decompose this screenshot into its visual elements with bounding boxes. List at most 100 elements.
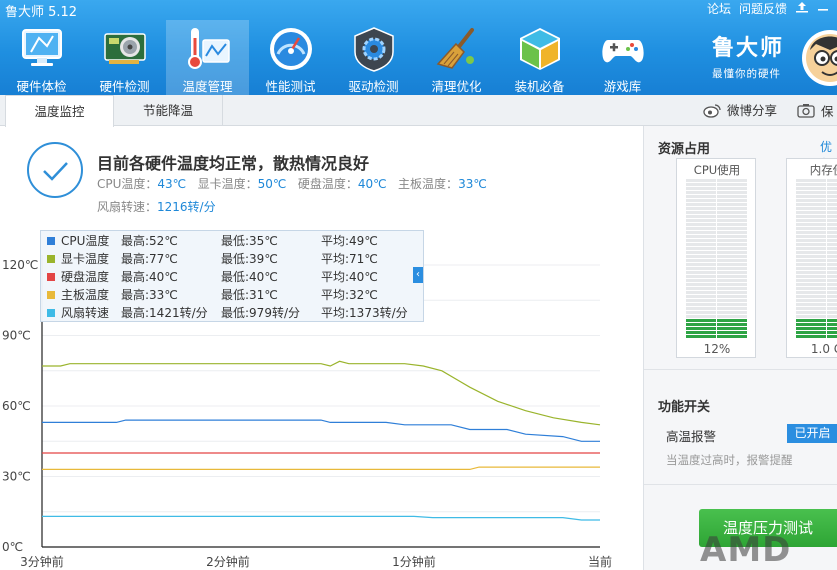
meter-cell <box>796 315 826 318</box>
meter-cell <box>686 247 716 250</box>
meter-cell <box>796 299 826 302</box>
meter-cell <box>796 199 826 202</box>
series-line <box>42 466 600 470</box>
fan-speed-value: 1216转/分 <box>157 200 216 214</box>
meter-cell <box>827 307 837 310</box>
nav-hardware-detect[interactable]: 硬件检测 <box>83 20 166 95</box>
legend-max: 最高:1421转/分 <box>121 306 208 320</box>
y-tick-label: 120℃ <box>2 258 38 272</box>
meter-cell <box>717 199 747 202</box>
cpu-usage-bars <box>686 179 747 338</box>
meter-cell <box>717 239 747 242</box>
monitor-icon <box>21 29 62 66</box>
meter-cell <box>827 227 837 230</box>
legend-swatch <box>47 309 55 317</box>
x-tick-label: 3分钟前 <box>20 554 64 569</box>
save-button[interactable]: 保 <box>797 95 834 126</box>
meter-cell <box>686 335 716 338</box>
meter-cell <box>796 307 826 310</box>
meter-cell <box>796 187 826 190</box>
meter-cell <box>717 299 747 302</box>
meter-cell <box>686 315 716 318</box>
meter-cell <box>796 239 826 242</box>
meter-cell <box>686 179 716 182</box>
minimize-icon[interactable] <box>817 1 829 16</box>
x-tick-label: 1分钟前 <box>392 554 436 569</box>
meter-cell <box>717 227 747 230</box>
high-temp-alarm-toggle[interactable]: 已开启 <box>787 424 837 443</box>
meter-cell <box>827 259 837 262</box>
meter-cell <box>796 231 826 234</box>
meter-cell <box>827 255 837 258</box>
y-tick-label: 30℃ <box>2 470 31 484</box>
meter-cell <box>686 255 716 258</box>
nav-hardware-check[interactable]: 硬件体检 <box>0 20 83 95</box>
meter-cell <box>827 267 837 270</box>
meter-cell <box>827 235 837 238</box>
nav-game-library[interactable]: 游戏库 <box>581 20 664 95</box>
meter-cell <box>796 323 826 326</box>
nav-clean-optimize[interactable]: 清理优化 <box>415 20 498 95</box>
legend-avg: 平均:40℃ <box>321 270 378 284</box>
meter-cell <box>717 327 747 330</box>
meter-cell <box>686 275 716 278</box>
amd-logo: AMD <box>700 530 792 570</box>
meter-cell <box>827 319 837 322</box>
meter-cell <box>796 207 826 210</box>
x-tick-label: 2分钟前 <box>206 554 250 569</box>
legend-name: 主板温度 <box>61 288 110 302</box>
meter-cell <box>717 315 747 318</box>
meter-cell <box>686 263 716 266</box>
meter-cell <box>717 331 747 334</box>
meter-cell <box>717 275 747 278</box>
tab-bar: 温度监控 节能降温 微博分享 保 <box>0 95 837 127</box>
graphics-card-icon <box>103 33 146 64</box>
meter-cell <box>717 263 747 266</box>
meter-cell <box>717 323 747 326</box>
meter-cell <box>796 311 826 314</box>
feedback-link[interactable]: 问题反馈 <box>739 0 787 17</box>
resource-title: 资源占用 <box>658 142 711 157</box>
package-icon <box>519 28 560 70</box>
meter-cell <box>827 323 837 326</box>
brand: 鲁大师 最懂你的硬件 <box>712 30 784 81</box>
meter-cell <box>717 259 747 262</box>
meter-cell <box>686 307 716 310</box>
memory-usage-value: 1.0 G <box>810 342 837 356</box>
gpu-temp-value: 50℃ <box>257 177 287 191</box>
camera-icon <box>797 104 815 118</box>
tab-temperature-monitor[interactable]: 温度监控 <box>5 95 114 127</box>
meter-cell <box>796 319 826 322</box>
nav-install-essentials[interactable]: 装机必备 <box>498 20 581 95</box>
memory-usage-bars <box>796 179 837 338</box>
nav-performance-test[interactable]: 性能测试 <box>249 20 332 95</box>
meter-cell <box>686 271 716 274</box>
brand-name: 鲁大师 <box>712 36 785 61</box>
upload-icon[interactable] <box>795 1 809 16</box>
nav-temperature-manage[interactable]: 温度管理 <box>166 20 249 95</box>
meter-cell <box>796 191 826 194</box>
nav-driver-detect[interactable]: 驱动检测 <box>332 20 415 95</box>
meter-cell <box>796 275 826 278</box>
meter-cell <box>686 203 716 206</box>
legend-swatch <box>47 291 55 299</box>
meter-cell <box>796 259 826 262</box>
meter-cell <box>796 247 826 250</box>
weibo-share-button[interactable]: 微博分享 <box>703 95 777 126</box>
meter-cell <box>717 319 747 322</box>
y-tick-label: 90℃ <box>2 329 31 343</box>
meter-cell <box>796 179 826 182</box>
meter-cell <box>827 187 837 190</box>
meter-cell <box>717 295 747 298</box>
meter-cell <box>796 267 826 270</box>
forum-link[interactable]: 论坛 <box>707 0 731 17</box>
meter-cell <box>686 287 716 290</box>
meter-cell <box>827 303 837 306</box>
meter-cell <box>717 303 747 306</box>
tab-energy-cooling[interactable]: 节能降温 <box>114 95 223 126</box>
meter-cell <box>827 295 837 298</box>
meter-cell <box>827 195 837 198</box>
legend-collapse-button[interactable]: ‹ <box>413 267 423 283</box>
meter-cell <box>717 283 747 286</box>
meter-cell <box>717 187 747 190</box>
